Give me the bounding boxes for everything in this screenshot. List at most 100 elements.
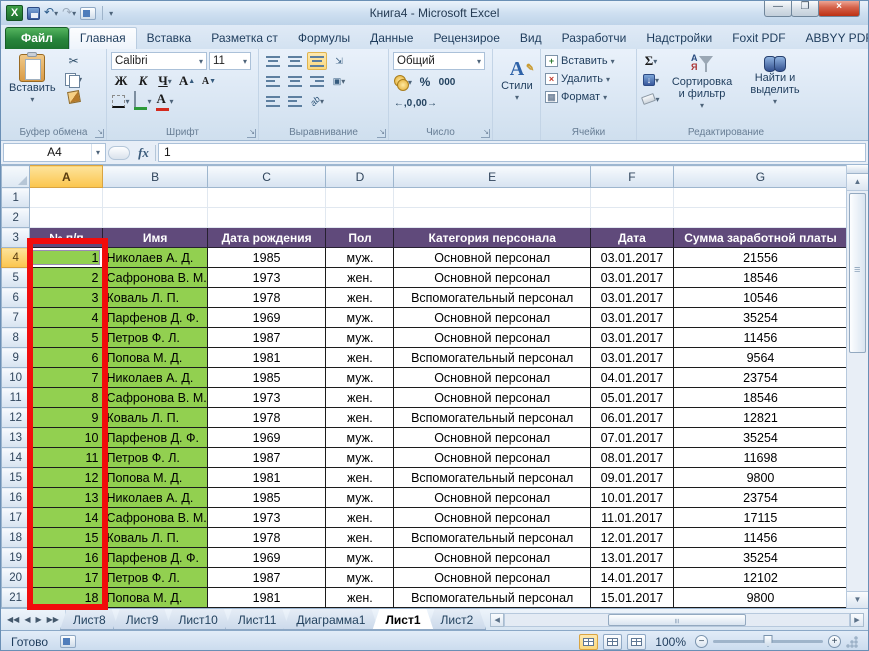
align-right-button[interactable] (307, 72, 327, 90)
cell-B1[interactable] (103, 188, 207, 208)
cell-B13[interactable]: Парфенов Д. Ф. (103, 428, 207, 448)
cell-D4[interactable]: муж. (326, 248, 394, 268)
tab-page-layout[interactable]: Разметка ст (201, 28, 288, 49)
prev-sheet-icon[interactable]: ◀ (22, 615, 32, 624)
cell-E17[interactable]: Основной персонал (394, 508, 590, 528)
cell-A7[interactable]: 4 (30, 308, 103, 328)
tab-foxit[interactable]: Foxit PDF (722, 28, 795, 49)
tab-abbyy[interactable]: ABBYY PDF T (796, 28, 869, 49)
collapse-formula-bar-button[interactable] (108, 146, 130, 160)
cell-D1[interactable] (326, 188, 394, 208)
cell-G12[interactable]: 12821 (673, 408, 847, 428)
cell-G13[interactable]: 35254 (673, 428, 847, 448)
cell-E1[interactable] (394, 188, 590, 208)
cell-C17[interactable]: 1973 (207, 508, 326, 528)
cell-G21[interactable]: 9800 (673, 588, 847, 608)
cell-D2[interactable] (326, 208, 394, 228)
cell-F2[interactable] (590, 208, 673, 228)
row-header-15[interactable]: 15 (2, 468, 30, 488)
cell-A15[interactable]: 12 (30, 468, 103, 488)
sheet-tab-list10[interactable]: Лист10 (165, 609, 230, 630)
cell-D16[interactable]: муж. (326, 488, 394, 508)
column-header-D[interactable]: D (326, 166, 394, 188)
decrease-indent-button[interactable] (263, 92, 283, 110)
cell-G16[interactable]: 23754 (673, 488, 847, 508)
restore-button[interactable]: ❐ (791, 0, 819, 17)
delete-cells-button[interactable]: ×Удалить▾ (545, 70, 633, 88)
cell-E4[interactable]: Основной персонал (394, 248, 590, 268)
cell-F16[interactable]: 10.01.2017 (590, 488, 673, 508)
cell-A3[interactable]: № п/п (30, 228, 103, 248)
column-header-A[interactable]: A (30, 166, 103, 188)
cell-F10[interactable]: 04.01.2017 (590, 368, 673, 388)
cell-C5[interactable]: 1973 (207, 268, 326, 288)
row-header-8[interactable]: 8 (2, 328, 30, 348)
cell-F7[interactable]: 03.01.2017 (590, 308, 673, 328)
hscroll-left-icon[interactable]: ◀ (490, 613, 504, 627)
cell-C18[interactable]: 1978 (207, 528, 326, 548)
cell-G7[interactable]: 35254 (673, 308, 847, 328)
tab-formulas[interactable]: Формулы (288, 28, 360, 49)
align-bottom-button[interactable] (307, 52, 327, 70)
cell-C2[interactable] (207, 208, 326, 228)
cell-D11[interactable]: жен. (326, 388, 394, 408)
cell-E3[interactable]: Категория персонала (394, 228, 590, 248)
accounting-format-button[interactable]: ▾ (393, 73, 413, 91)
cell-F3[interactable]: Дата (590, 228, 673, 248)
cell-G18[interactable]: 11456 (673, 528, 847, 548)
cell-C10[interactable]: 1985 (207, 368, 326, 388)
cell-F13[interactable]: 07.01.2017 (590, 428, 673, 448)
cell-B2[interactable] (103, 208, 207, 228)
cell-F15[interactable]: 09.01.2017 (590, 468, 673, 488)
cell-B14[interactable]: Петров Ф. Л. (103, 448, 207, 468)
cell-E15[interactable]: Вспомогательный персонал (394, 468, 590, 488)
column-header-G[interactable]: G (673, 166, 847, 188)
cell-B3[interactable]: Имя (103, 228, 207, 248)
cell-G17[interactable]: 17115 (673, 508, 847, 528)
sheet-tab-list9[interactable]: Лист9 (113, 609, 172, 630)
format-cells-button[interactable]: ▦Формат▾ (545, 88, 633, 106)
cell-F1[interactable] (590, 188, 673, 208)
cell-G4[interactable]: 21556 (673, 248, 847, 268)
cell-C1[interactable] (207, 188, 326, 208)
cell-F8[interactable]: 03.01.2017 (590, 328, 673, 348)
vertical-scrollbar[interactable]: ▲ ▼ (846, 165, 868, 608)
cell-B21[interactable]: Попова М. Д. (103, 588, 207, 608)
cell-C19[interactable]: 1969 (207, 548, 326, 568)
cell-B8[interactable]: Петров Ф. Л. (103, 328, 207, 348)
bold-button[interactable]: Ж (111, 72, 131, 90)
tab-data[interactable]: Данные (360, 28, 423, 49)
borders-button[interactable]: ▾ (111, 92, 131, 110)
cell-B16[interactable]: Николаев А. Д. (103, 488, 207, 508)
formula-input[interactable]: 1 (158, 143, 866, 162)
row-header-6[interactable]: 6 (2, 288, 30, 308)
row-header-18[interactable]: 18 (2, 528, 30, 548)
hscroll-right-icon[interactable]: ▶ (850, 613, 864, 627)
cell-F11[interactable]: 05.01.2017 (590, 388, 673, 408)
font-color-button[interactable]: А▾ (155, 92, 175, 110)
cell-A2[interactable] (30, 208, 103, 228)
cell-B11[interactable]: Сафронова В. М. (103, 388, 207, 408)
cell-E21[interactable]: Вспомогательный персонал (394, 588, 590, 608)
cell-G3[interactable]: Сумма заработной платы (673, 228, 847, 248)
scroll-up-icon[interactable]: ▲ (847, 174, 868, 191)
cell-F6[interactable]: 03.01.2017 (590, 288, 673, 308)
cell-F20[interactable]: 14.01.2017 (590, 568, 673, 588)
view-normal-button[interactable] (579, 634, 598, 650)
align-left-button[interactable] (263, 72, 283, 90)
tab-addins[interactable]: Надстройки (636, 28, 722, 49)
merge-center-button[interactable]: ▣▾ (329, 72, 349, 90)
cell-E6[interactable]: Вспомогательный персонал (394, 288, 590, 308)
insert-cells-button[interactable]: +Вставить▾ (545, 52, 633, 70)
font-size-combo[interactable]: 11▾ (209, 52, 251, 70)
cell-A9[interactable]: 6 (30, 348, 103, 368)
zoom-slider-thumb[interactable] (764, 635, 773, 647)
cell-A5[interactable]: 2 (30, 268, 103, 288)
grow-font-button[interactable]: А▲ (177, 72, 197, 90)
wrap-text-button[interactable]: ⇲ (329, 52, 349, 70)
macro-record-icon[interactable] (60, 635, 76, 648)
cell-D5[interactable]: жен. (326, 268, 394, 288)
cell-C4[interactable]: 1985 (207, 248, 326, 268)
cell-E5[interactable]: Основной персонал (394, 268, 590, 288)
cell-A20[interactable]: 17 (30, 568, 103, 588)
